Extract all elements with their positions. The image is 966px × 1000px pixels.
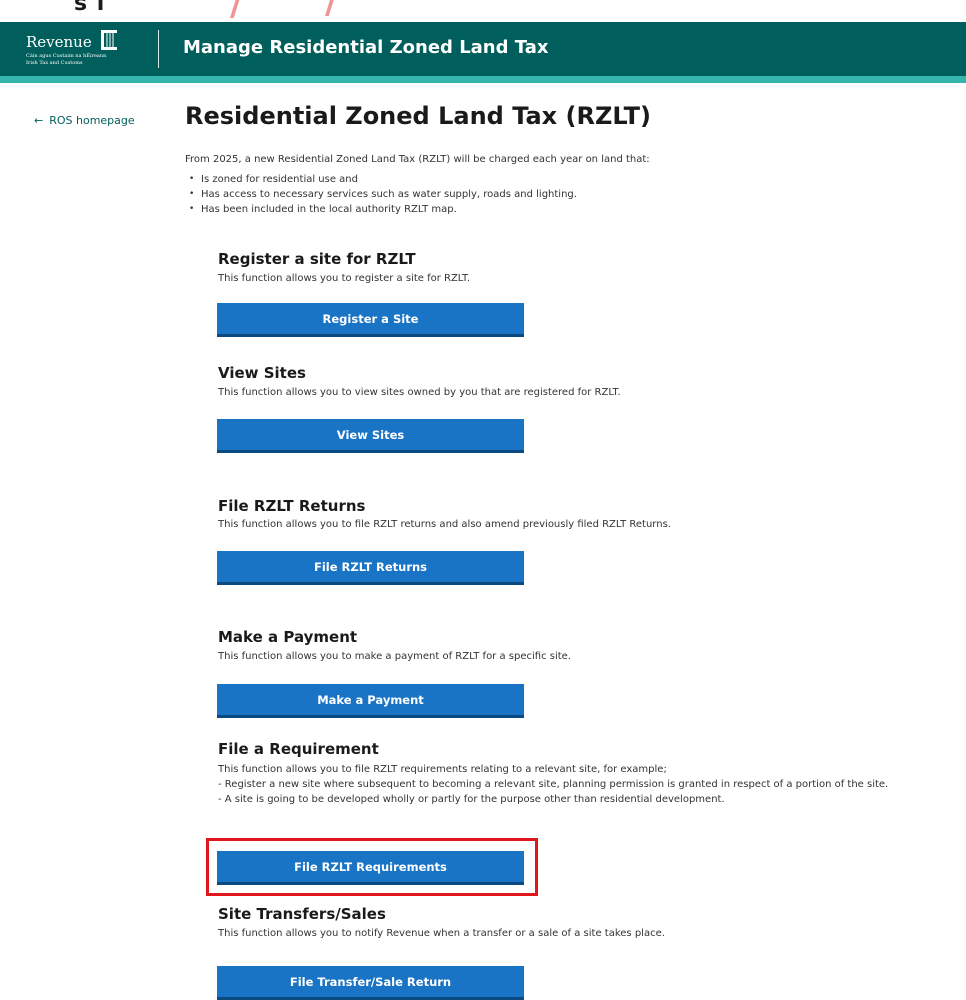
header-divider xyxy=(158,30,159,68)
top-cropped-strip: s i / / xyxy=(0,0,966,22)
page-title: Residential Zoned Land Tax (RZLT) xyxy=(185,102,652,130)
criteria-list: Is zoned for residential use and Has acc… xyxy=(185,172,577,217)
desc-line: - A site is going to be developed wholly… xyxy=(218,794,725,805)
make-payment-button[interactable]: Make a Payment xyxy=(217,684,524,718)
section-title-view-sites: View Sites xyxy=(218,364,306,382)
list-item: Is zoned for residential use and xyxy=(185,172,577,187)
section-title-register: Register a site for RZLT xyxy=(218,250,416,268)
section-desc-register: This function allows you to register a s… xyxy=(218,273,471,284)
desc-line: - Register a new site where subsequent t… xyxy=(218,779,889,790)
back-arrow-icon: ← xyxy=(34,114,44,127)
logo-wordmark: Revenue xyxy=(26,33,92,51)
register-site-button[interactable]: Register a Site xyxy=(217,303,524,337)
logo-subtitle-irish: Cáin agus Custaim na hÉireann xyxy=(26,53,107,59)
section-desc-transfers: This function allows you to notify Reven… xyxy=(218,928,665,939)
cropped-text: s i xyxy=(74,0,106,16)
file-rzlt-returns-button[interactable]: File RZLT Returns xyxy=(217,551,524,585)
section-title-file-returns: File RZLT Returns xyxy=(218,497,366,515)
watermark-mark: / xyxy=(325,0,338,22)
section-desc-file-returns: This function allows you to file RZLT re… xyxy=(218,519,671,530)
desc-line: This function allows you to file RZLT re… xyxy=(218,764,667,775)
app-title: Manage Residential Zoned Land Tax xyxy=(183,37,549,58)
list-item: Has access to necessary services such as… xyxy=(185,187,577,202)
section-desc-view-sites: This function allows you to view sites o… xyxy=(218,387,621,398)
section-title-transfers: Site Transfers/Sales xyxy=(218,905,386,923)
section-title-payment: Make a Payment xyxy=(218,628,358,646)
view-sites-button[interactable]: View Sites xyxy=(217,419,524,453)
back-link-label: ROS homepage xyxy=(49,114,135,127)
file-transfer-sale-return-button[interactable]: File Transfer/Sale Return xyxy=(217,966,524,1000)
list-item: Has been included in the local authority… xyxy=(185,202,577,217)
file-rzlt-requirements-button[interactable]: File RZLT Requirements xyxy=(217,851,524,885)
revenue-logo[interactable]: Revenue Cáin agus Custaim na hÉireann Ir… xyxy=(22,27,152,71)
app-header: Revenue Cáin agus Custaim na hÉireann Ir… xyxy=(0,22,966,83)
harp-icon xyxy=(101,30,117,50)
section-desc-payment: This function allows you to make a payme… xyxy=(218,651,571,662)
logo-subtitle-english: Irish Tax and Customs xyxy=(26,60,83,66)
watermark-mark: / xyxy=(230,0,243,22)
section-desc-requirement: This function allows you to file RZLT re… xyxy=(218,762,953,807)
section-title-requirement: File a Requirement xyxy=(218,740,379,758)
intro-text: From 2025, a new Residential Zoned Land … xyxy=(185,154,650,165)
ros-homepage-link[interactable]: ← ROS homepage xyxy=(34,114,135,127)
